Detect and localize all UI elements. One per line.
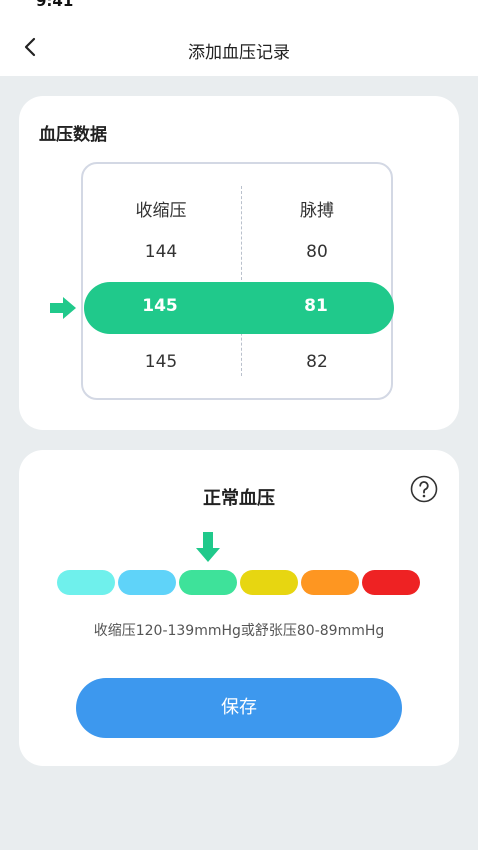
status-bar: 9:41	[0, 0, 478, 14]
section-title: 血压数据	[39, 125, 107, 145]
arrow-right-icon	[50, 297, 76, 319]
picker-option-pulse[interactable]: 80	[257, 242, 377, 262]
column-header-pulse: 脉搏	[300, 201, 334, 221]
picker-option-pulse[interactable]: 82	[257, 352, 377, 372]
bp-picker[interactable]: 收缩压 脉搏 144 80 145 82	[81, 162, 393, 400]
nav-bar: 添加血压记录	[0, 14, 478, 76]
page-title: 添加血压记录	[188, 43, 290, 63]
status-time: 9:41	[36, 0, 74, 10]
selected-pulse: 81	[304, 296, 328, 316]
bp-level-segment	[179, 570, 237, 595]
bp-status-title: 正常血压	[203, 488, 275, 509]
selected-systolic: 145	[142, 296, 178, 316]
bp-range-text: 收缩压120-139mmHg或舒张压80-89mmHg	[93, 623, 385, 639]
column-divider	[241, 186, 242, 376]
column-header-systolic: 收缩压	[135, 201, 187, 221]
bp-level-segment	[57, 570, 115, 595]
picker-option-systolic[interactable]: 144	[101, 242, 221, 262]
bp-level-segment	[240, 570, 298, 595]
bp-status-card: 正常血压 收缩压120-139mmHg或舒张压80-89mmHg 保存	[19, 450, 459, 766]
picker-option-systolic[interactable]: 145	[101, 352, 221, 372]
selected-row[interactable]: 145 81	[84, 282, 394, 334]
bp-level-segment	[362, 570, 420, 595]
bp-level-segment	[301, 570, 359, 595]
bp-data-card: 血压数据 收缩压 脉搏 144 80 145 82	[19, 96, 459, 430]
arrow-down-icon	[196, 532, 220, 562]
question-circle-icon[interactable]	[409, 474, 439, 504]
bp-level-segment	[118, 570, 176, 595]
save-button[interactable]: 保存	[76, 678, 402, 738]
